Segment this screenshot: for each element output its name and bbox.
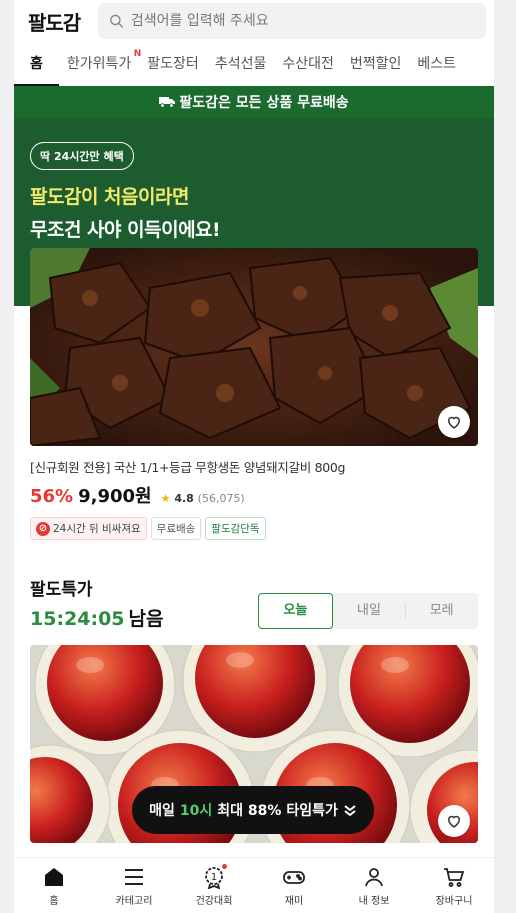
nav-label: 홈 [49, 895, 59, 907]
time-deal-prefix: 매일 [149, 803, 175, 819]
cart-icon [444, 867, 465, 887]
nav-label: 재미 [284, 895, 304, 907]
heart-icon [447, 815, 461, 828]
no-sign-icon: ⊘ [36, 521, 50, 536]
time-deal-highlight: 10시 [179, 803, 213, 819]
category-tabs: 홈 한가위특가 N 팔도장터 추석선물 수산대전 번쩍할인 베스트 [14, 42, 494, 86]
tab-label: 베스트 [417, 56, 457, 72]
tab-label: 추석선물 [214, 56, 267, 72]
nav-fun[interactable]: 재미 [254, 858, 334, 913]
countdown-suffix: 남음 [128, 608, 164, 630]
logo[interactable]: 팔도감 [28, 7, 98, 36]
tab-flash-sale[interactable]: 번쩍할인 [342, 42, 410, 86]
tag-label: 24시간 뒤 비싸져요 [53, 523, 141, 535]
special-wishlist-button[interactable] [438, 805, 470, 837]
header: 팔도감 [14, 0, 494, 42]
search-bar[interactable] [98, 3, 486, 39]
price-up-tag: ⊘ 24시간 뒤 비싸져요 [30, 517, 147, 540]
day-selector: 오늘 내일 모레 [258, 593, 478, 629]
hero-pill: 딱 24시간만 혜택 [30, 142, 134, 170]
tab-seafood[interactable]: 수산대전 [274, 42, 342, 86]
product-tags: ⊘ 24시간 뒤 비싸져요 무료배송 팔도감단독 [30, 517, 478, 540]
person-icon [365, 867, 383, 886]
galbi-photo [30, 248, 478, 446]
tab-label: 한가위특가 [66, 56, 132, 72]
search-icon [110, 14, 124, 28]
product-image[interactable] [30, 248, 478, 446]
tab-home[interactable]: 홈 [14, 42, 59, 86]
home-icon [45, 867, 63, 886]
svg-text:1: 1 [211, 872, 217, 883]
tab-chuseok-gift[interactable]: 추석선물 [207, 42, 275, 86]
free-shipping-banner[interactable]: 팔도감은 모든 상품 무료배송 [14, 86, 494, 118]
free-shipping-tag: 무료배송 [150, 517, 202, 540]
product-name[interactable]: [신규회원 전용] 국산 1/1+등급 무항생돈 양념돼지갈비 800g [30, 457, 478, 476]
star-icon: ★ [160, 492, 171, 505]
app-root: 팔도감 홈 한가위특가N 팔도장터 추석선물 수산대전 번쩍할인 베스트 팔도감… [14, 0, 494, 913]
nav-label: 카테고리 [115, 895, 153, 907]
sale-price: 9,900원 [78, 486, 152, 507]
nav-home[interactable]: 홈 [14, 858, 94, 913]
banner-text: 팔도감은 모든 상품 무료배송 [179, 95, 349, 111]
day-tab-tomorrow[interactable]: 내일 [333, 593, 406, 629]
nav-label: 내 정보 [358, 895, 390, 907]
nav-health-contest[interactable]: 1 건강대회 [174, 858, 254, 913]
time-deal-suffix: 최대 88% 타임특가 [217, 803, 338, 819]
wishlist-button[interactable] [438, 406, 470, 438]
hero-headline-1: 팔도감이 처음이라면 [30, 186, 189, 208]
rating: ★ 4.8 (56,075) [161, 492, 245, 505]
tab-label: 수산대전 [282, 56, 334, 72]
tab-hangawi-special[interactable]: 한가위특가 N [59, 42, 141, 86]
time-deal-banner[interactable]: 매일 10시 최대 88% 타임특가 [132, 786, 374, 834]
search-input[interactable] [130, 13, 476, 29]
gamepad-icon [283, 870, 305, 884]
tab-label: 홈 [30, 56, 43, 72]
tab-label: 번쩍할인 [349, 56, 402, 72]
double-chevron-down-icon [344, 805, 356, 817]
price-row: 56% 9,900원 ★ 4.8 (56,075) [30, 482, 478, 508]
review-count: (56,075) [197, 492, 245, 505]
nav-label: 장바구니 [435, 895, 473, 907]
tab-paldo-market[interactable]: 팔도장터 [139, 42, 207, 86]
countdown-timer: 15:24:05 [30, 608, 125, 630]
tab-label: 팔도장터 [147, 56, 199, 72]
nav-label: 건강대회 [195, 895, 233, 907]
heart-icon [447, 416, 461, 429]
discount-rate: 56% [30, 486, 74, 507]
product-card[interactable]: [신규회원 전용] 국산 1/1+등급 무항생돈 양념돼지갈비 800g 56%… [30, 248, 478, 540]
nav-category[interactable]: 카테고리 [94, 858, 174, 913]
bottom-nav: 홈 카테고리 1 건강대회 재미 내 정보 장바구니 [14, 857, 494, 913]
special-deal-section: 팔도특가 15:24:05 남음 오늘 내일 모레 [30, 575, 478, 631]
tab-best[interactable]: 베스트 [409, 42, 464, 86]
truck-icon [159, 97, 176, 108]
rating-value: 4.8 [174, 492, 194, 505]
nav-my-info[interactable]: 내 정보 [334, 858, 414, 913]
day-tab-today[interactable]: 오늘 [258, 593, 333, 629]
nav-cart[interactable]: 장바구니 [414, 858, 494, 913]
exclusive-tag: 팔도감단독 [205, 517, 266, 540]
hero-headline-2: 무조건 사야 이득이에요! [30, 219, 221, 241]
menu-icon [125, 868, 143, 885]
day-tab-day-after[interactable]: 모레 [405, 593, 478, 629]
notification-dot [222, 864, 227, 869]
